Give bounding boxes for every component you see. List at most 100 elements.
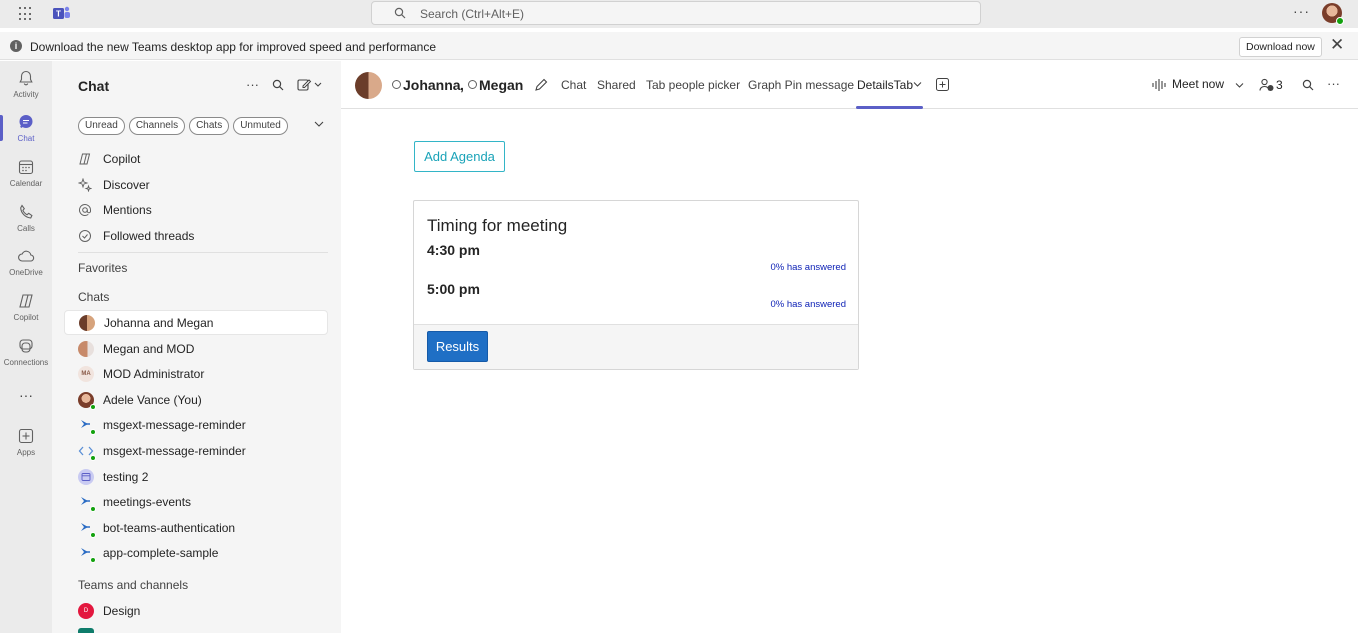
title-bar: T Search (Ctrl+Alt+E) ··· — [0, 0, 1358, 28]
nav-label-followed-threads: Followed threads — [103, 229, 195, 243]
chat-item-label: meetings-events — [103, 494, 192, 509]
chat-item-mod-administrator[interactable]: MA MOD Administrator — [64, 361, 328, 386]
search-input[interactable]: Search (Ctrl+Alt+E) — [371, 1, 981, 25]
nav-item-mentions[interactable]: Mentions — [78, 199, 328, 221]
chats-heading[interactable]: Chats — [78, 290, 109, 304]
chat-item-johanna-megan[interactable]: Johanna and Megan — [64, 310, 328, 335]
participant-name-johanna[interactable]: Johanna — [403, 77, 461, 93]
tab-details[interactable]: DetailsTab — [857, 78, 913, 92]
search-icon[interactable] — [1302, 79, 1314, 91]
chat-pane-title: Chat — [78, 78, 110, 94]
chat-item-msgext-reminder-2[interactable]: msgext-message-reminder — [64, 438, 328, 463]
more-options-icon[interactable]: ··· — [246, 77, 259, 92]
update-banner: i Download the new Teams desktop app for… — [0, 32, 1358, 60]
teams-channels-heading[interactable]: Teams and channels — [78, 578, 188, 592]
tab-people-picker[interactable]: Tab people picker — [646, 78, 740, 92]
profile-avatar[interactable] — [1322, 3, 1344, 25]
more-options-icon[interactable]: ··· — [1293, 3, 1310, 19]
nav-item-followed-threads[interactable]: Followed threads — [78, 225, 328, 247]
team-avatar — [78, 628, 94, 633]
chat-item-label: msgext-message-reminder — [103, 417, 246, 432]
edit-pencil-icon[interactable] — [534, 78, 548, 92]
filter-chats[interactable]: Chats — [189, 117, 230, 135]
participant-name-megan[interactable]: Megan — [479, 77, 523, 93]
rail-item-calls[interactable]: Calls — [0, 203, 52, 233]
info-icon: i — [10, 40, 22, 52]
option-time[interactable]: 5:00 pm — [427, 281, 480, 297]
chevron-down-icon[interactable] — [1235, 82, 1244, 89]
phone-icon — [20, 204, 33, 219]
rail-label-copilot: Copilot — [13, 313, 39, 322]
teams-logo-icon: T — [53, 6, 70, 19]
add-tab-icon[interactable] — [936, 78, 949, 91]
audio-wave-icon — [1152, 79, 1166, 91]
meeting-icon — [78, 468, 94, 485]
tab-shared[interactable]: Shared — [597, 78, 636, 92]
download-now-button[interactable]: Download now — [1239, 37, 1322, 57]
presence-available-icon — [90, 403, 96, 410]
filter-unread[interactable]: Unread — [78, 117, 125, 135]
calendar-icon — [18, 160, 34, 175]
rail-item-calendar[interactable]: Calendar — [0, 158, 52, 188]
meet-now-button[interactable]: Meet now — [1172, 77, 1224, 91]
nav-item-copilot[interactable]: Copilot — [78, 148, 328, 170]
filter-unmuted[interactable]: Unmuted — [233, 117, 288, 135]
rail-label-apps: Apps — [16, 448, 36, 457]
chevron-down-icon[interactable] — [314, 120, 324, 128]
chat-icon — [19, 115, 33, 128]
chat-item-msgext-reminder-1[interactable]: msgext-message-reminder — [64, 412, 328, 437]
rail-more-icon[interactable]: ··· — [0, 387, 52, 403]
rail-item-connections[interactable]: Connections — [0, 337, 52, 367]
at-sign-icon — [79, 204, 91, 216]
participants-icon[interactable] — [1259, 78, 1275, 92]
avatar — [78, 340, 94, 357]
chat-item-bot-teams-authentication[interactable]: bot-teams-authentication — [64, 515, 328, 540]
tab-chat[interactable]: Chat — [561, 78, 586, 92]
nav-label-mentions: Mentions — [103, 203, 152, 217]
rail-label-chat: Chat — [17, 134, 35, 143]
chat-list-pane: Chat ··· Unread Channels Chats Unmuted C… — [52, 61, 341, 633]
results-button[interactable]: Results — [427, 331, 488, 362]
copilot-icon — [79, 153, 91, 165]
nav-label-discover: Discover — [103, 178, 150, 192]
chevron-down-icon[interactable] — [913, 81, 922, 88]
name-separator: , — [460, 77, 464, 93]
sparkle-icon — [78, 178, 92, 192]
connections-icon — [19, 339, 33, 353]
participants-count[interactable]: 3 — [1276, 78, 1283, 92]
tab-graph-pin-message[interactable]: Graph Pin message — [748, 78, 854, 92]
presence-available-icon — [90, 505, 96, 512]
bot-icon — [78, 545, 96, 563]
chat-item-label: MOD Administrator — [103, 366, 205, 381]
rail-item-chat[interactable]: Chat — [0, 113, 52, 143]
chat-item-testing-2[interactable]: testing 2 — [64, 464, 328, 489]
favorites-heading[interactable]: Favorites — [78, 261, 127, 275]
chat-item-adele-vance[interactable]: Adele Vance (You) — [64, 387, 328, 412]
chat-item-meetings-events[interactable]: meetings-events — [64, 489, 328, 514]
chat-item-app-complete-sample[interactable]: app-complete-sample — [64, 540, 328, 565]
answered-percentage: 0% has answered — [770, 262, 846, 273]
filter-channels[interactable]: Channels — [128, 117, 186, 135]
nav-item-discover[interactable]: Discover — [78, 174, 328, 196]
chat-item-label: bot-teams-authentication — [103, 520, 236, 535]
search-icon — [394, 7, 406, 19]
rail-item-copilot[interactable]: Copilot — [0, 292, 52, 322]
rail-item-apps[interactable]: Apps — [0, 427, 52, 457]
add-agenda-button[interactable]: Add Agenda — [414, 141, 505, 172]
bot-icon — [78, 520, 96, 538]
more-options-icon[interactable]: ··· — [1327, 76, 1340, 91]
presence-available-icon — [90, 531, 96, 538]
search-placeholder: Search (Ctrl+Alt+E) — [420, 7, 525, 21]
chat-item-megan-mod[interactable]: Megan and MOD — [64, 336, 328, 361]
option-time[interactable]: 4:30 pm — [427, 242, 480, 258]
close-banner-icon[interactable]: ✕ — [1330, 36, 1344, 53]
cloud-icon — [18, 250, 35, 262]
group-avatar[interactable] — [355, 72, 382, 99]
team-item-design[interactable]: D Design — [64, 598, 328, 623]
rail-item-onedrive[interactable]: OneDrive — [0, 247, 52, 277]
rail-item-activity[interactable]: Activity — [0, 69, 52, 99]
app-launcher-icon[interactable] — [19, 7, 33, 21]
chat-item-label: Adele Vance (You) — [103, 392, 202, 407]
search-icon[interactable] — [272, 79, 284, 91]
new-chat-icon[interactable] — [297, 78, 323, 92]
